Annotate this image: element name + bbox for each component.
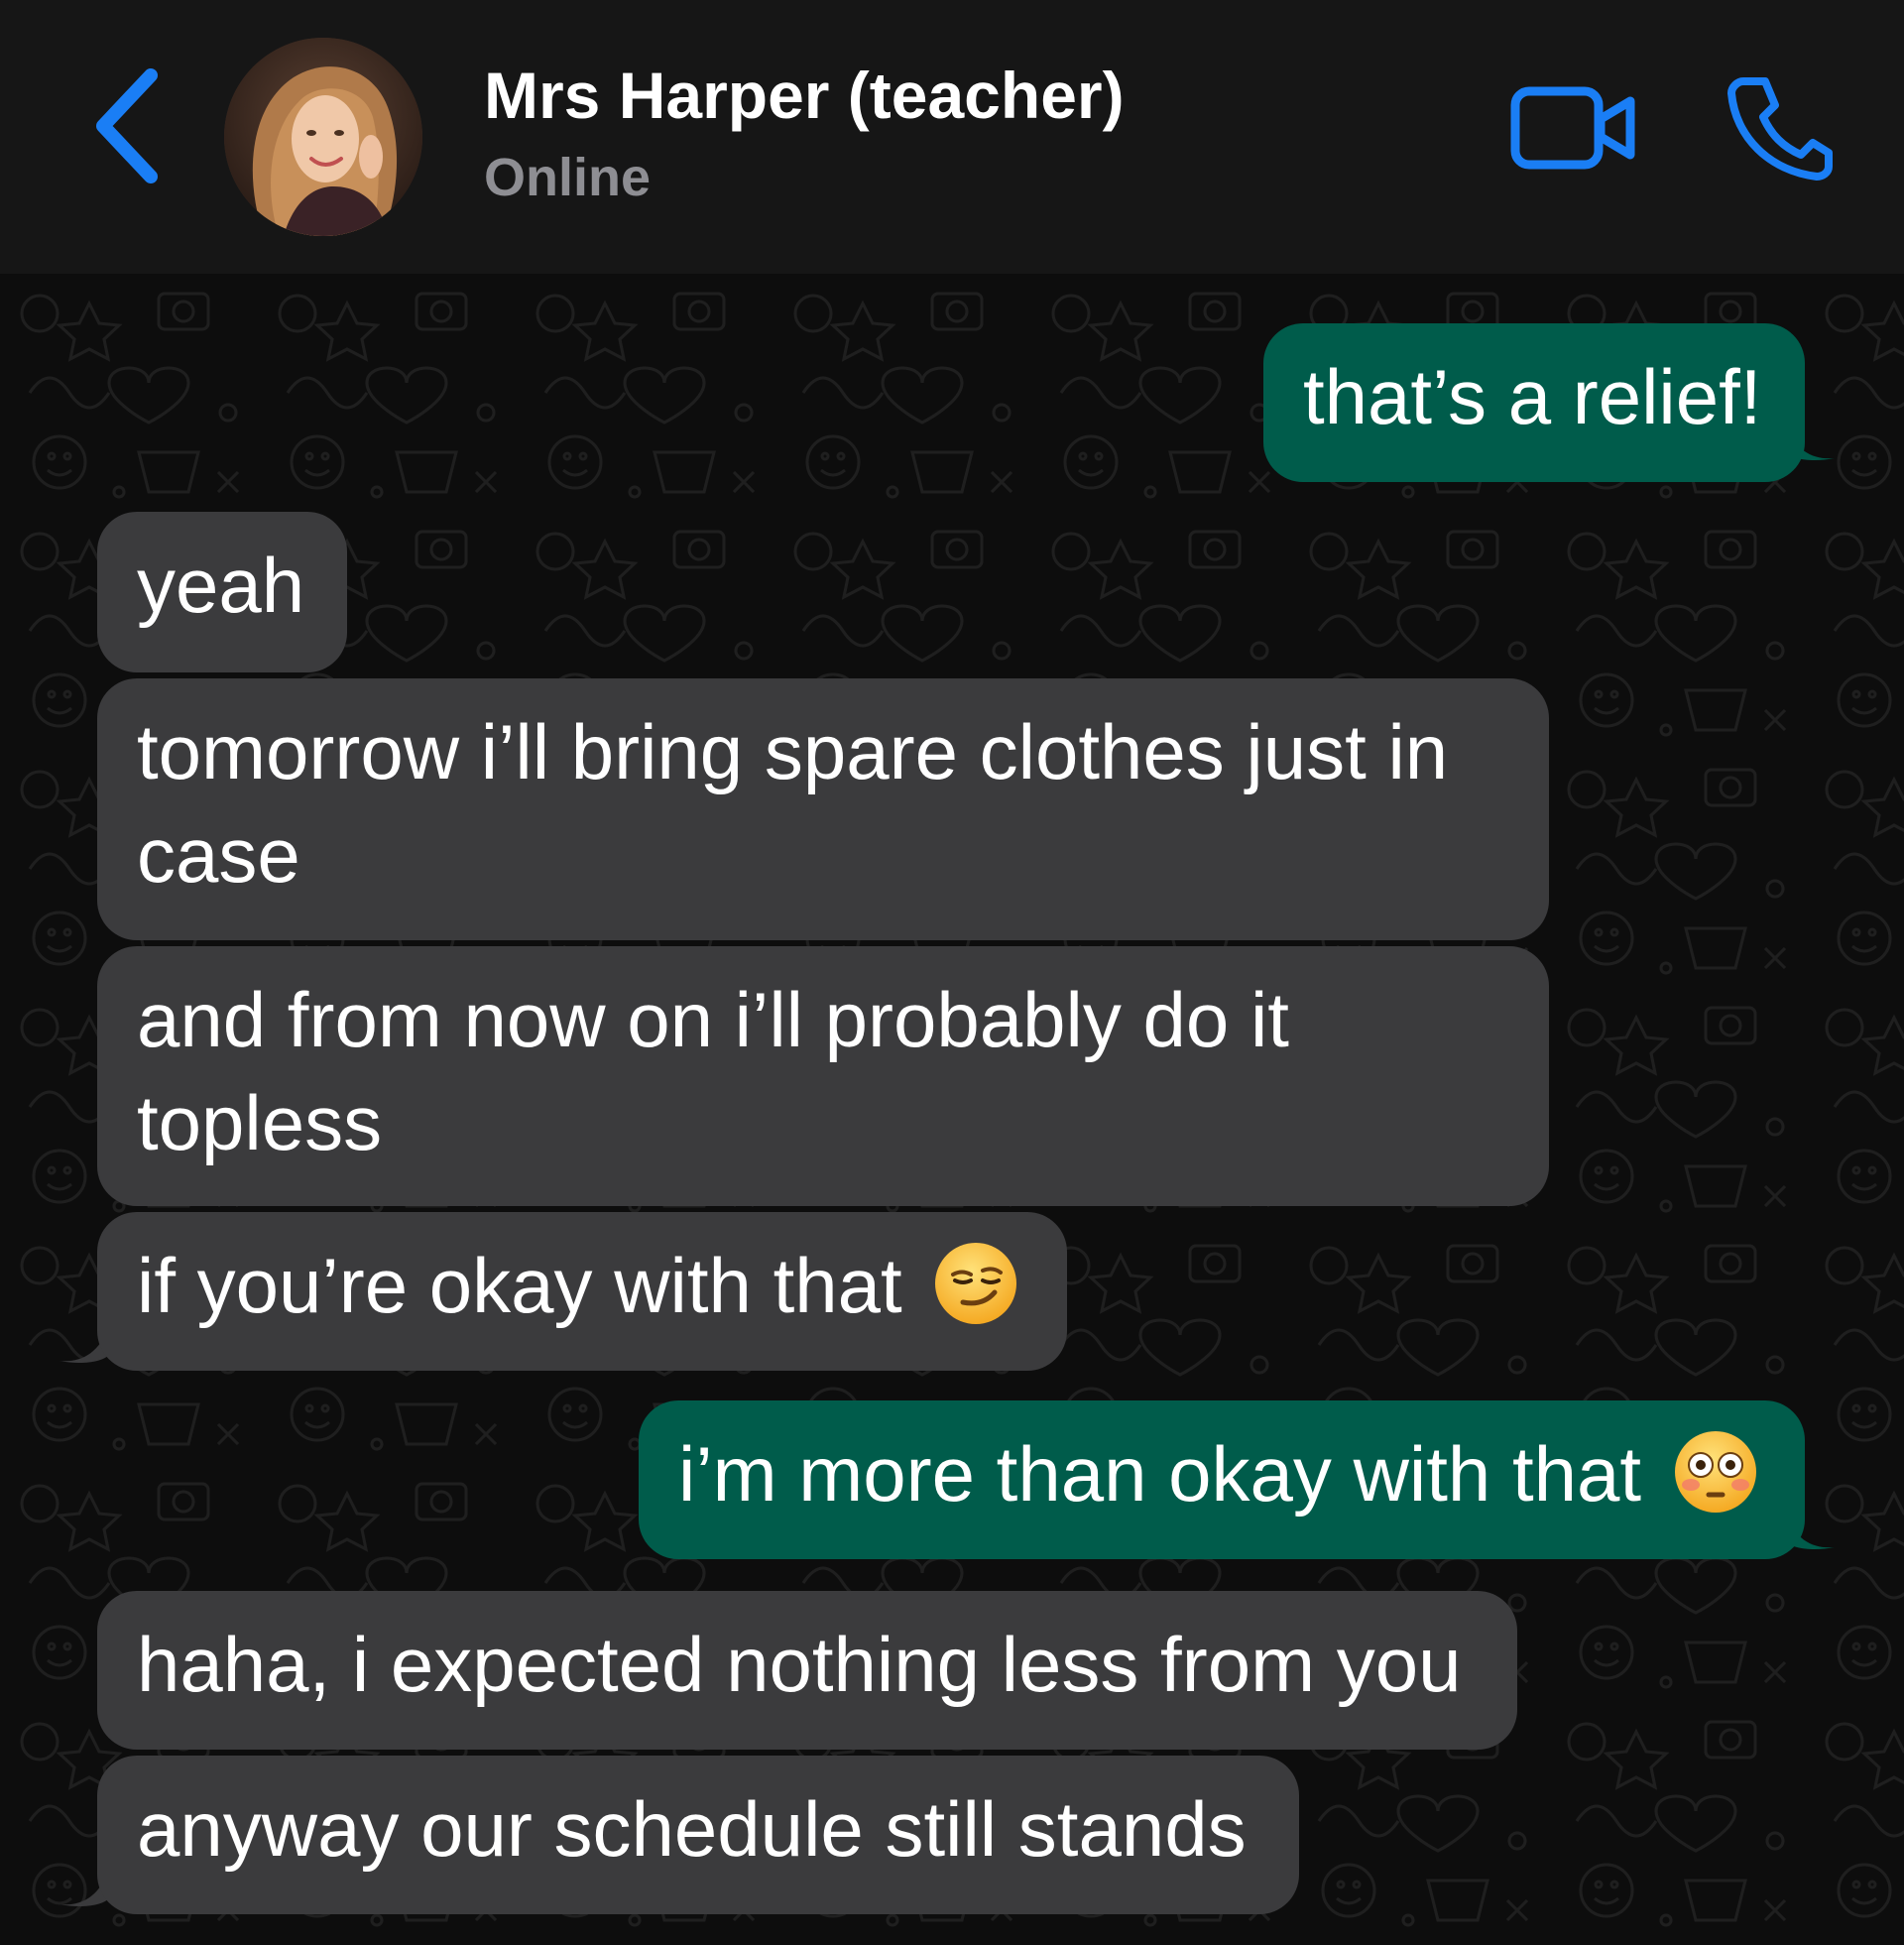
video-call-button[interactable] xyxy=(1509,83,1638,173)
message-bubble-incoming[interactable]: haha, i expected nothing less from you xyxy=(97,1591,1517,1750)
message-text: yeah xyxy=(137,542,305,629)
message-text: if you’re okay with that xyxy=(137,1242,902,1329)
message-text: haha, i expected nothing less from you xyxy=(137,1621,1462,1708)
chat-screen: Mrs Harper (teacher) Online that’s a rel… xyxy=(0,0,1904,1945)
back-button[interactable] xyxy=(89,61,169,190)
voice-call-button[interactable] xyxy=(1726,73,1835,182)
message-text: anyway our schedule still stands xyxy=(137,1785,1247,1873)
contact-name[interactable]: Mrs Harper (teacher) xyxy=(484,58,1125,133)
message-bubble-incoming[interactable]: if you’re okay with that xyxy=(97,1212,1067,1371)
message-text: i’m more than okay with that xyxy=(678,1430,1642,1518)
contact-status: Online xyxy=(484,148,652,207)
chevron-left-icon xyxy=(96,68,158,183)
flushed-face-emoji xyxy=(1674,1431,1756,1513)
message-text: and from now on i’ll probably do it topl… xyxy=(137,976,1289,1166)
message-bubble-outgoing[interactable]: that’s a relief! xyxy=(1263,323,1805,482)
smirking-face-emoji xyxy=(935,1243,1017,1324)
video-camera-icon xyxy=(1510,86,1635,170)
message-list[interactable]: that’s a relief! yeah tomorrow i’ll brin… xyxy=(0,274,1904,1945)
message-text: tomorrow i’ll bring spare clothes just i… xyxy=(137,708,1449,899)
message-bubble-outgoing[interactable]: i’m more than okay with that xyxy=(639,1400,1805,1559)
message-bubble-incoming[interactable]: and from now on i’ll probably do it topl… xyxy=(97,946,1549,1206)
message-bubble-incoming[interactable]: anyway our schedule still stands xyxy=(97,1756,1299,1914)
avatar-image xyxy=(224,38,422,236)
phone-icon xyxy=(1727,77,1833,181)
message-text: that’s a relief! xyxy=(1303,353,1762,440)
message-bubble-incoming[interactable]: yeah xyxy=(97,512,347,672)
chat-header: Mrs Harper (teacher) Online xyxy=(0,0,1904,274)
avatar[interactable] xyxy=(224,38,422,236)
message-bubble-incoming[interactable]: tomorrow i’ll bring spare clothes just i… xyxy=(97,678,1549,940)
